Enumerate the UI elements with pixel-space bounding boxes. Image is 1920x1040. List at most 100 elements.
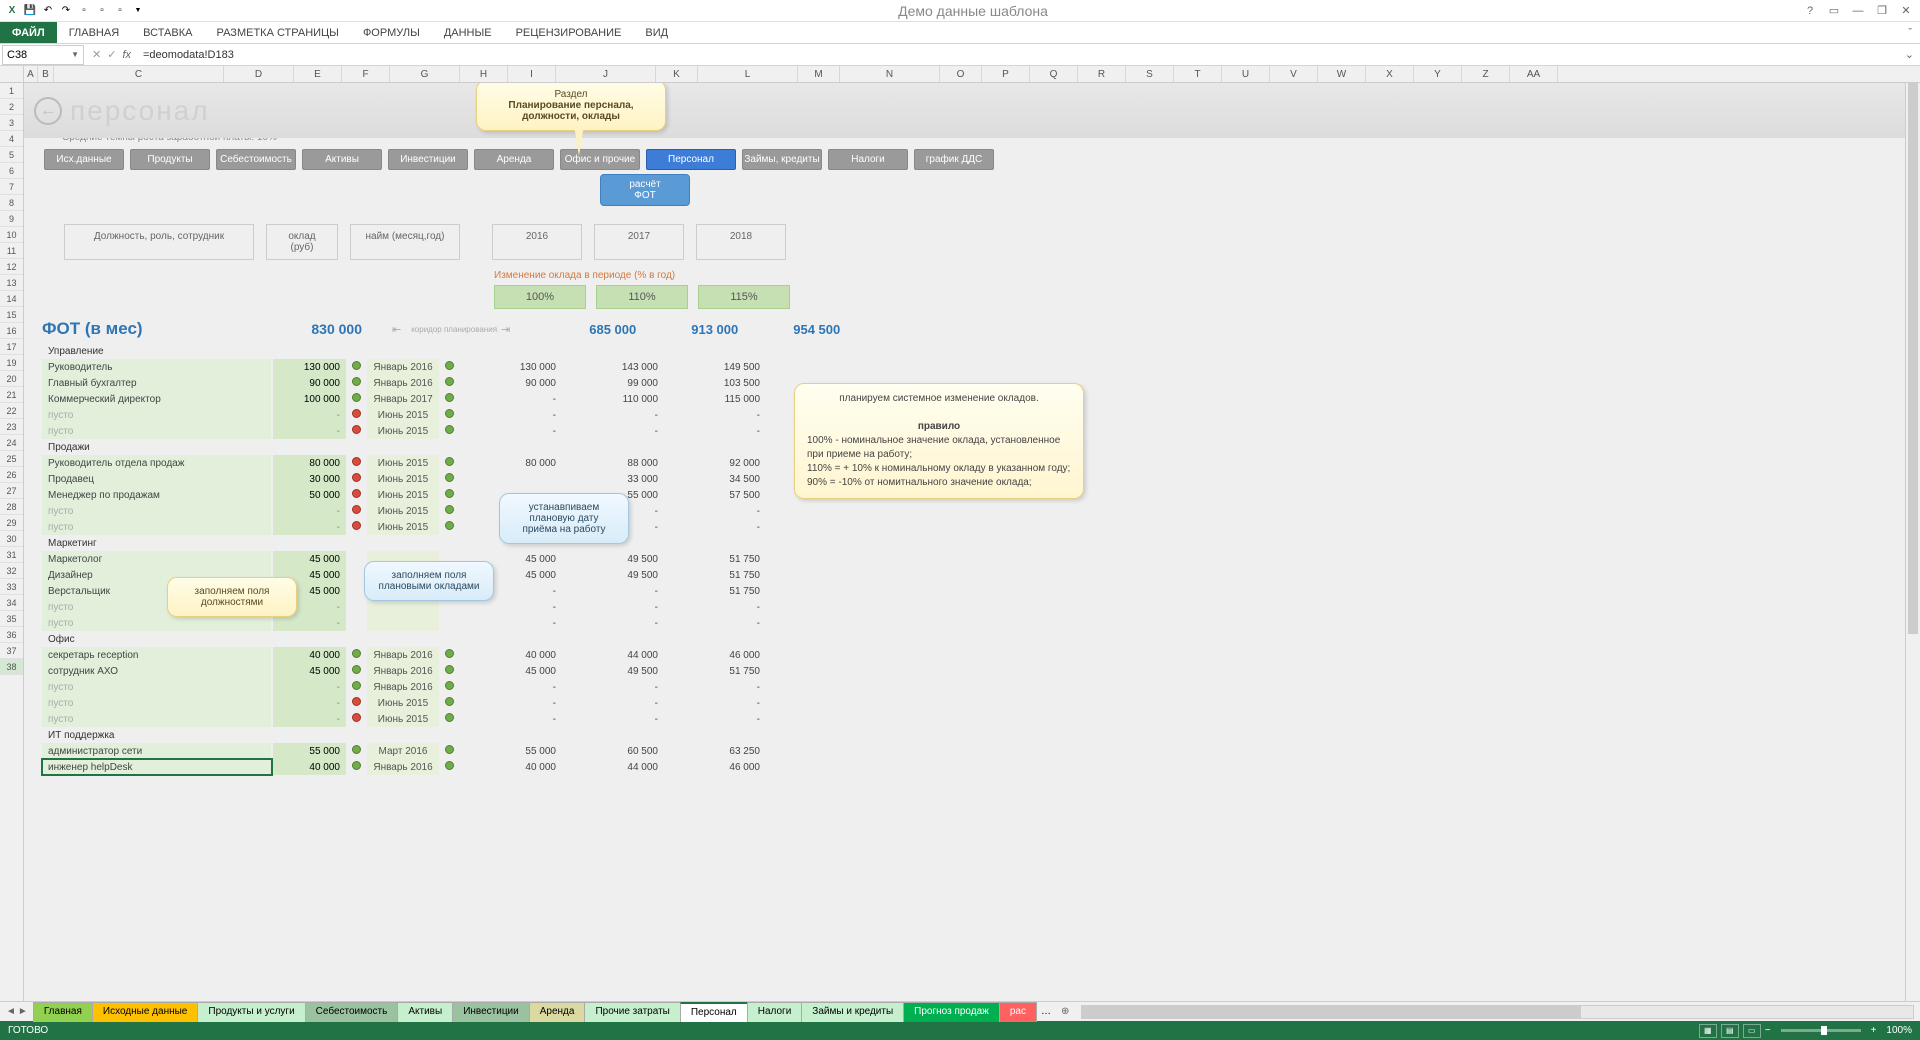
hire-date-cell[interactable]: Июнь 2015	[367, 487, 439, 503]
year-value-cell[interactable]: 33 000	[562, 471, 664, 487]
hire-date-cell[interactable]: Январь 2016	[367, 663, 439, 679]
position-cell[interactable]: пусто	[42, 679, 272, 695]
col-header[interactable]: D	[224, 66, 294, 82]
year-value-cell[interactable]: 130 000	[460, 359, 562, 375]
year-value-cell[interactable]	[460, 471, 562, 487]
year-value-cell[interactable]: 99 000	[562, 375, 664, 391]
qat-icon2[interactable]: ▫	[94, 3, 110, 19]
hire-date-cell[interactable]: Июнь 2015	[367, 695, 439, 711]
percent-box[interactable]: 115%	[698, 285, 790, 309]
col-header[interactable]: V	[1270, 66, 1318, 82]
position-cell[interactable]: администратор сети	[42, 743, 272, 759]
year-value-cell[interactable]: 49 500	[562, 551, 664, 567]
year-value-cell[interactable]: 45 000	[460, 663, 562, 679]
ribbon-tab-file[interactable]: ФАЙЛ	[0, 22, 57, 43]
position-cell[interactable]: Продавец	[42, 471, 272, 487]
year-value-cell[interactable]: 40 000	[460, 759, 562, 775]
position-cell[interactable]: пусто	[42, 695, 272, 711]
row-header[interactable]: 7	[0, 179, 23, 195]
year-value-cell[interactable]: 88 000	[562, 455, 664, 471]
salary-cell[interactable]: -	[272, 679, 346, 695]
hire-date-cell[interactable]: Июнь 2015	[367, 519, 439, 535]
col-header[interactable]: T	[1174, 66, 1222, 82]
year-value-cell[interactable]: -	[562, 615, 664, 631]
qat-icon[interactable]: ▫	[76, 3, 92, 19]
row-header[interactable]: 11	[0, 243, 23, 259]
row-header[interactable]: 31	[0, 547, 23, 563]
position-cell[interactable]: Менеджер по продажам	[42, 487, 272, 503]
cancel-formula-icon[interactable]: ✕	[92, 48, 101, 61]
year-value-cell[interactable]: -	[460, 407, 562, 423]
year-value-cell[interactable]: -	[664, 599, 766, 615]
year-value-cell[interactable]: 55 000	[460, 743, 562, 759]
salary-cell[interactable]: 40 000	[272, 759, 346, 775]
hire-date-cell[interactable]: Март 2016	[367, 743, 439, 759]
nav-button[interactable]: Продукты	[130, 149, 210, 170]
year-value-cell[interactable]: 44 000	[562, 759, 664, 775]
row-header[interactable]: 25	[0, 451, 23, 467]
row-header[interactable]: 30	[0, 531, 23, 547]
row-header[interactable]: 9	[0, 211, 23, 227]
help-icon[interactable]: ?	[1800, 3, 1820, 19]
ribbon-tab[interactable]: РЕЦЕНЗИРОВАНИЕ	[504, 22, 634, 43]
ribbon-tab[interactable]: ФОРМУЛЫ	[351, 22, 432, 43]
sheet-tab[interactable]: Прогноз продаж	[903, 1002, 1000, 1022]
year-value-cell[interactable]: 46 000	[664, 759, 766, 775]
year-value-cell[interactable]: -	[664, 711, 766, 727]
nav-button[interactable]: Активы	[302, 149, 382, 170]
row-header[interactable]: 10	[0, 227, 23, 243]
year-value-cell[interactable]: -	[460, 711, 562, 727]
year-value-cell[interactable]: 57 500	[664, 487, 766, 503]
row-header[interactable]: 16	[0, 323, 23, 339]
col-header[interactable]: S	[1126, 66, 1174, 82]
view-layout-icon[interactable]: ▤	[1721, 1024, 1739, 1038]
col-header[interactable]: G	[390, 66, 460, 82]
row-header[interactable]: 29	[0, 515, 23, 531]
salary-cell[interactable]: 90 000	[272, 375, 346, 391]
salary-cell[interactable]: 50 000	[272, 487, 346, 503]
salary-cell[interactable]: 40 000	[272, 647, 346, 663]
year-value-cell[interactable]: -	[562, 407, 664, 423]
col-header[interactable]: E	[294, 66, 342, 82]
hire-date-cell[interactable]: Январь 2016	[367, 679, 439, 695]
col-header[interactable]: N	[840, 66, 940, 82]
zoom-slider[interactable]	[1781, 1029, 1861, 1032]
row-header[interactable]: 34	[0, 595, 23, 611]
year-value-cell[interactable]: 49 500	[562, 567, 664, 583]
year-value-cell[interactable]: -	[460, 695, 562, 711]
year-value-cell[interactable]: 149 500	[664, 359, 766, 375]
name-box[interactable]: C38 ▼	[2, 45, 84, 65]
row-header[interactable]: 19	[0, 355, 23, 371]
formula-expand-icon[interactable]: ⌄	[1899, 48, 1920, 61]
year-value-cell[interactable]: 44 000	[562, 647, 664, 663]
hire-date-cell[interactable]: Январь 2016	[367, 759, 439, 775]
sheet-tab[interactable]: Продукты и услуги	[197, 1002, 305, 1022]
sheet-tab[interactable]: Инвестиции	[452, 1002, 530, 1022]
col-header[interactable]: O	[940, 66, 982, 82]
position-cell[interactable]: Коммерческий директор	[42, 391, 272, 407]
hire-date-cell[interactable]: Июнь 2015	[367, 711, 439, 727]
restore-icon[interactable]: ❐	[1872, 3, 1892, 19]
position-cell[interactable]: секретарь reception	[42, 647, 272, 663]
sheet-tab[interactable]: Аренда	[529, 1002, 586, 1022]
year-value-cell[interactable]: -	[664, 519, 766, 535]
col-header[interactable]: C	[54, 66, 224, 82]
year-value-cell[interactable]: 90 000	[460, 375, 562, 391]
row-header[interactable]: 1	[0, 83, 23, 99]
horizontal-scrollbar[interactable]	[1081, 1005, 1914, 1019]
year-value-cell[interactable]: 51 750	[664, 583, 766, 599]
year-value-cell[interactable]: -	[562, 679, 664, 695]
position-cell[interactable]: пусто	[42, 503, 272, 519]
position-cell[interactable]: Маркетолог	[42, 551, 272, 567]
salary-cell[interactable]: 45 000	[272, 551, 346, 567]
row-header[interactable]: 6	[0, 163, 23, 179]
row-header[interactable]: 27	[0, 483, 23, 499]
percent-box[interactable]: 110%	[596, 285, 688, 309]
ribbon-tab[interactable]: ДАННЫЕ	[432, 22, 504, 43]
sheet-tab[interactable]: рас	[999, 1002, 1037, 1022]
col-header[interactable]: B	[38, 66, 54, 82]
salary-cell[interactable]: -	[272, 423, 346, 439]
salary-cell[interactable]: -	[272, 503, 346, 519]
nav-button[interactable]: Займы, кредиты	[742, 149, 822, 170]
hire-date-cell[interactable]: Январь 2016	[367, 375, 439, 391]
